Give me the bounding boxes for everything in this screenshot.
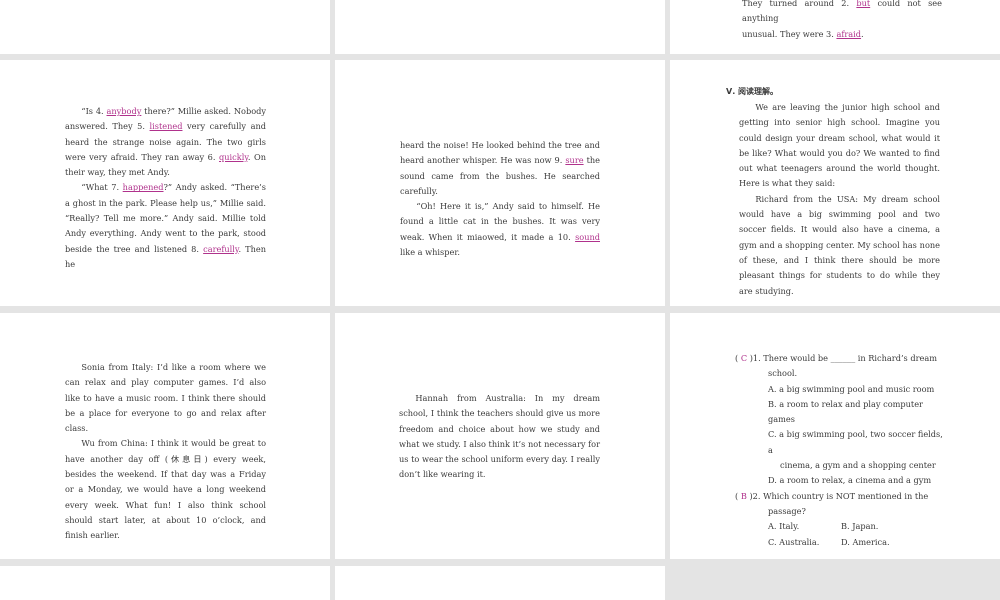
option: D. America.	[841, 536, 890, 547]
filled-answer: listened	[149, 121, 183, 132]
question-stem-cont: school.	[768, 368, 798, 379]
paragraph: We are leaving the junior high school an…	[739, 102, 940, 189]
page-thumbnail-1[interactable]	[0, 0, 330, 54]
paragraph: Richard from the USA: My dream school wo…	[739, 193, 940, 296]
text-line: They turned around 2. but could not see …	[742, 0, 942, 24]
quiz-questions: ( C )1. There would be ______ in Richard…	[735, 351, 945, 550]
page-text: Sonia from Italy: I’d like a room where …	[65, 360, 266, 544]
filled-answer: sound	[575, 231, 600, 242]
filled-answer: afraid	[836, 28, 862, 39]
page-thumbnail-10[interactable]	[0, 566, 330, 600]
page-thumbnail-2[interactable]	[335, 0, 665, 54]
paragraph: Wu from China: I think it would be great…	[65, 438, 266, 541]
page-text: Hannah from Australia: In my dream schoo…	[399, 391, 600, 483]
page-thumbnail-11[interactable]	[335, 566, 665, 600]
page-thumbnail-9[interactable]: ( C )1. There would be ______ in Richard…	[670, 313, 1000, 559]
section-heading: Ⅴ. 阅读理解。	[726, 87, 779, 96]
filled-answer: quickly	[219, 151, 248, 162]
page-text: They turned around 2. but could not see …	[742, 0, 942, 42]
option: D. a room to relax, a cinema and a gym	[768, 475, 932, 486]
paragraph: heard the noise! He looked behind the tr…	[400, 140, 600, 196]
paragraph: “What 7. happened?” Andy asked. “There’s…	[65, 182, 267, 269]
paragraph: “Is 4. anybody there?” Millie asked. Nob…	[65, 106, 266, 178]
filled-answer: anybody	[106, 106, 142, 116]
page-thumbnail-6[interactable]: Ⅴ. 阅读理解。 We are leaving the junior high …	[670, 60, 1000, 306]
question-1: ( C )1. There would be ______ in Richard…	[735, 353, 937, 363]
option: C. Australia.	[768, 536, 820, 547]
option: B. Japan.	[841, 521, 879, 532]
page-thumbnail-5[interactable]: heard the noise! He looked behind the tr…	[335, 60, 665, 306]
option-row: C. Australia. D. America.	[735, 535, 945, 550]
page-text: heard the noise! He looked behind the tr…	[400, 138, 600, 260]
filled-answer: sure	[565, 155, 584, 166]
filled-answer: carefully	[203, 243, 239, 254]
option: C. a big swimming pool, two soccer field…	[768, 429, 943, 455]
page-thumbnail-7[interactable]: Sonia from Italy: I’d like a room where …	[0, 313, 330, 559]
option: A. Italy.	[768, 521, 800, 532]
page-thumbnail-8[interactable]: Hannah from Australia: In my dream schoo…	[335, 313, 665, 559]
answer-mark: C	[740, 353, 748, 363]
option: A. a big swimming pool and music room	[768, 383, 935, 394]
filled-answer: but	[856, 0, 871, 8]
question-stem-cont: passage?	[768, 505, 806, 516]
paragraph: Hannah from Australia: In my dream schoo…	[399, 393, 600, 480]
page-text: We are leaving the junior high school an…	[739, 100, 940, 299]
page-text: “Is 4. anybody there?” Millie asked. Nob…	[65, 104, 266, 272]
paragraph: “Oh! Here it is,” Andy said to himself. …	[400, 201, 600, 258]
paragraph: Sonia from Italy: I’d like a room where …	[65, 362, 266, 434]
option: B. a room to relax and play computer gam…	[768, 398, 923, 425]
option-cont: cinema, a gym and a shopping center	[780, 460, 936, 471]
question-2: ( B )2. Which country is NOT mentioned i…	[735, 490, 929, 501]
option-row: A. Italy. B. Japan.	[735, 519, 945, 534]
text-line: unusual. They were 3. afraid.	[742, 28, 864, 39]
page-thumbnail-4[interactable]: “Is 4. anybody there?” Millie asked. Nob…	[0, 60, 330, 306]
page-thumbnail-3[interactable]: They turned around 2. but could not see …	[670, 0, 1000, 54]
answer-mark: B	[740, 490, 747, 501]
filled-answer: happened	[122, 182, 164, 193]
